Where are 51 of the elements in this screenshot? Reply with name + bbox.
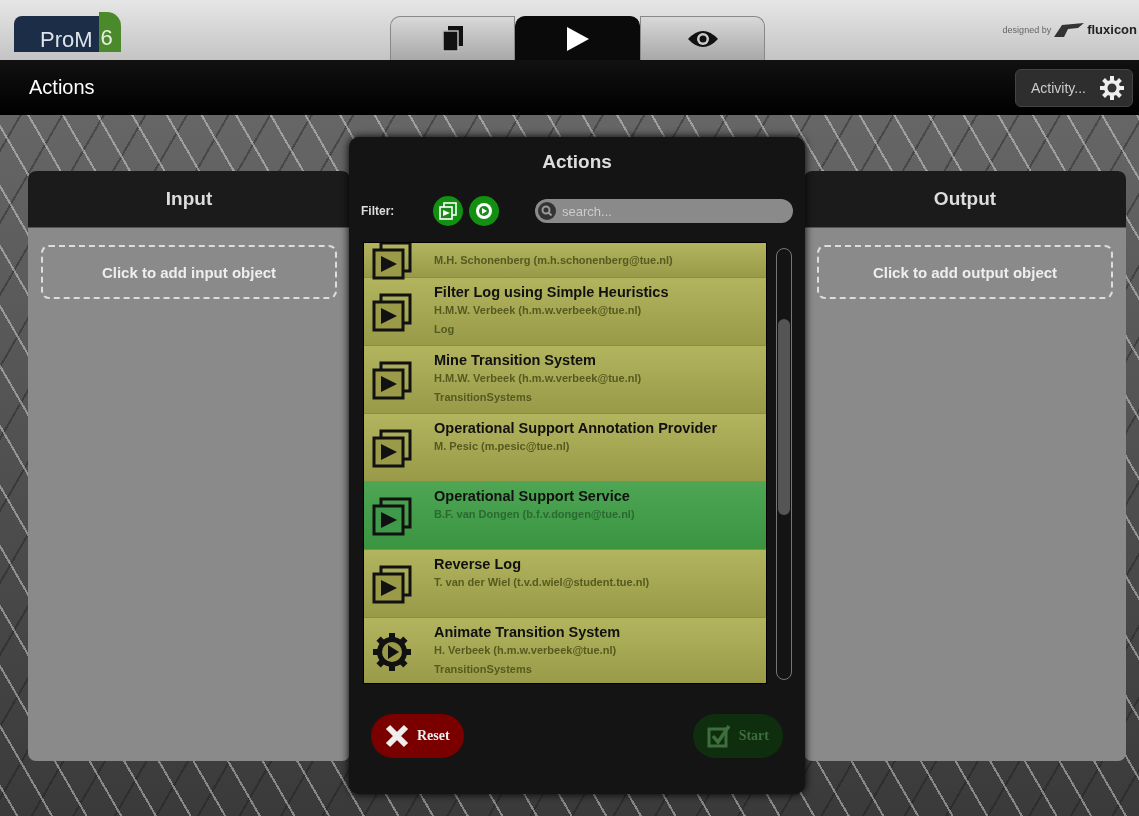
action-item[interactable]: Operational Support Annotation Provider M. Pesic (m.pesic@tue.nl) (364, 414, 766, 482)
action-author: H. Verbeek (h.m.w.verbeek@tue.nl) (434, 643, 618, 658)
play-stack-icon (372, 292, 412, 332)
panel-title: Input (165, 188, 213, 210)
action-type: TransitionSystems (434, 390, 533, 405)
play-stack-icon (439, 202, 457, 220)
mode-tab[interactable] (640, 16, 765, 60)
action-item[interactable]: Filter Log using Simple Heuristics H.M.W. Verbeek (h.m.w.verbeek@tue.nl) Log (364, 278, 766, 346)
action-type: TransitionSystems (434, 662, 533, 677)
play-stack-icon (372, 496, 412, 536)
credit-text: designed by (1002, 24, 1052, 35)
play-stack-icon (372, 564, 412, 604)
checkbox-icon (706, 724, 731, 748)
action-title: Operational Support Annotation Provider (434, 420, 718, 436)
prom-logo: ProM 6 (14, 12, 121, 52)
reset-button[interactable]: Reset (371, 714, 464, 758)
action-author: H.M.W. Verbeek (h.m.w.verbeek@tue.nl) (434, 371, 642, 386)
action-item[interactable]: Mine Transition System H.M.W. Verbeek (h.m.w.verbeek@tue.nl) TransitionSystems (364, 346, 766, 414)
action-item[interactable]: Reverse Log T. van der Wiel (t.v.d.wiel@student.tue.nl) (364, 550, 766, 618)
search-field[interactable]: search... (535, 199, 793, 223)
eye-icon (686, 28, 719, 49)
play-icon (565, 25, 590, 52)
action-type: Log (434, 322, 456, 337)
play-stack-icon (372, 243, 412, 280)
action-title: Mine Transition System (434, 352, 597, 368)
filter-label: Filter: (361, 204, 396, 218)
action-author: H.M.W. Verbeek (h.m.w.verbeek@tue.nl) (434, 303, 643, 318)
wing-icon (1054, 22, 1085, 37)
mode-tab[interactable] (390, 16, 515, 60)
action-title: Filter Log using Simple Heuristics (434, 284, 669, 300)
play-stack-icon (372, 428, 412, 468)
brand-name: fluxicon (1087, 22, 1137, 37)
action-title: Animate Transition System (434, 624, 621, 640)
filter-toggle[interactable] (469, 196, 499, 226)
gear-play-icon (372, 632, 412, 672)
gear-play-icon (475, 202, 493, 220)
action-author: M.H. Schonenberg (m.h.schonenberg@tue.nl) (434, 252, 673, 268)
action-title: Reverse Log (434, 556, 523, 572)
action-item[interactable]: Animate Transition System H. Verbeek (h.m.w.verbeek@tue.nl) TransitionSystems (364, 618, 766, 683)
documents-icon (441, 25, 464, 52)
filter-toggle[interactable] (433, 196, 463, 226)
action-author: M. Pesic (m.pesic@tue.nl) (434, 439, 571, 454)
dialog-title: Actions (541, 150, 613, 174)
page-title: Actions (29, 76, 95, 99)
close-icon (385, 724, 409, 748)
activity-button[interactable]: Activity... (1015, 68, 1133, 107)
play-stack-icon (372, 360, 412, 400)
panel-title: Output (933, 188, 997, 210)
mode-tab[interactable] (515, 16, 640, 60)
action-author: T. van der Wiel (t.v.d.wiel@student.tue.nl) (434, 575, 650, 590)
action-title: Operational Support Service (434, 488, 631, 504)
